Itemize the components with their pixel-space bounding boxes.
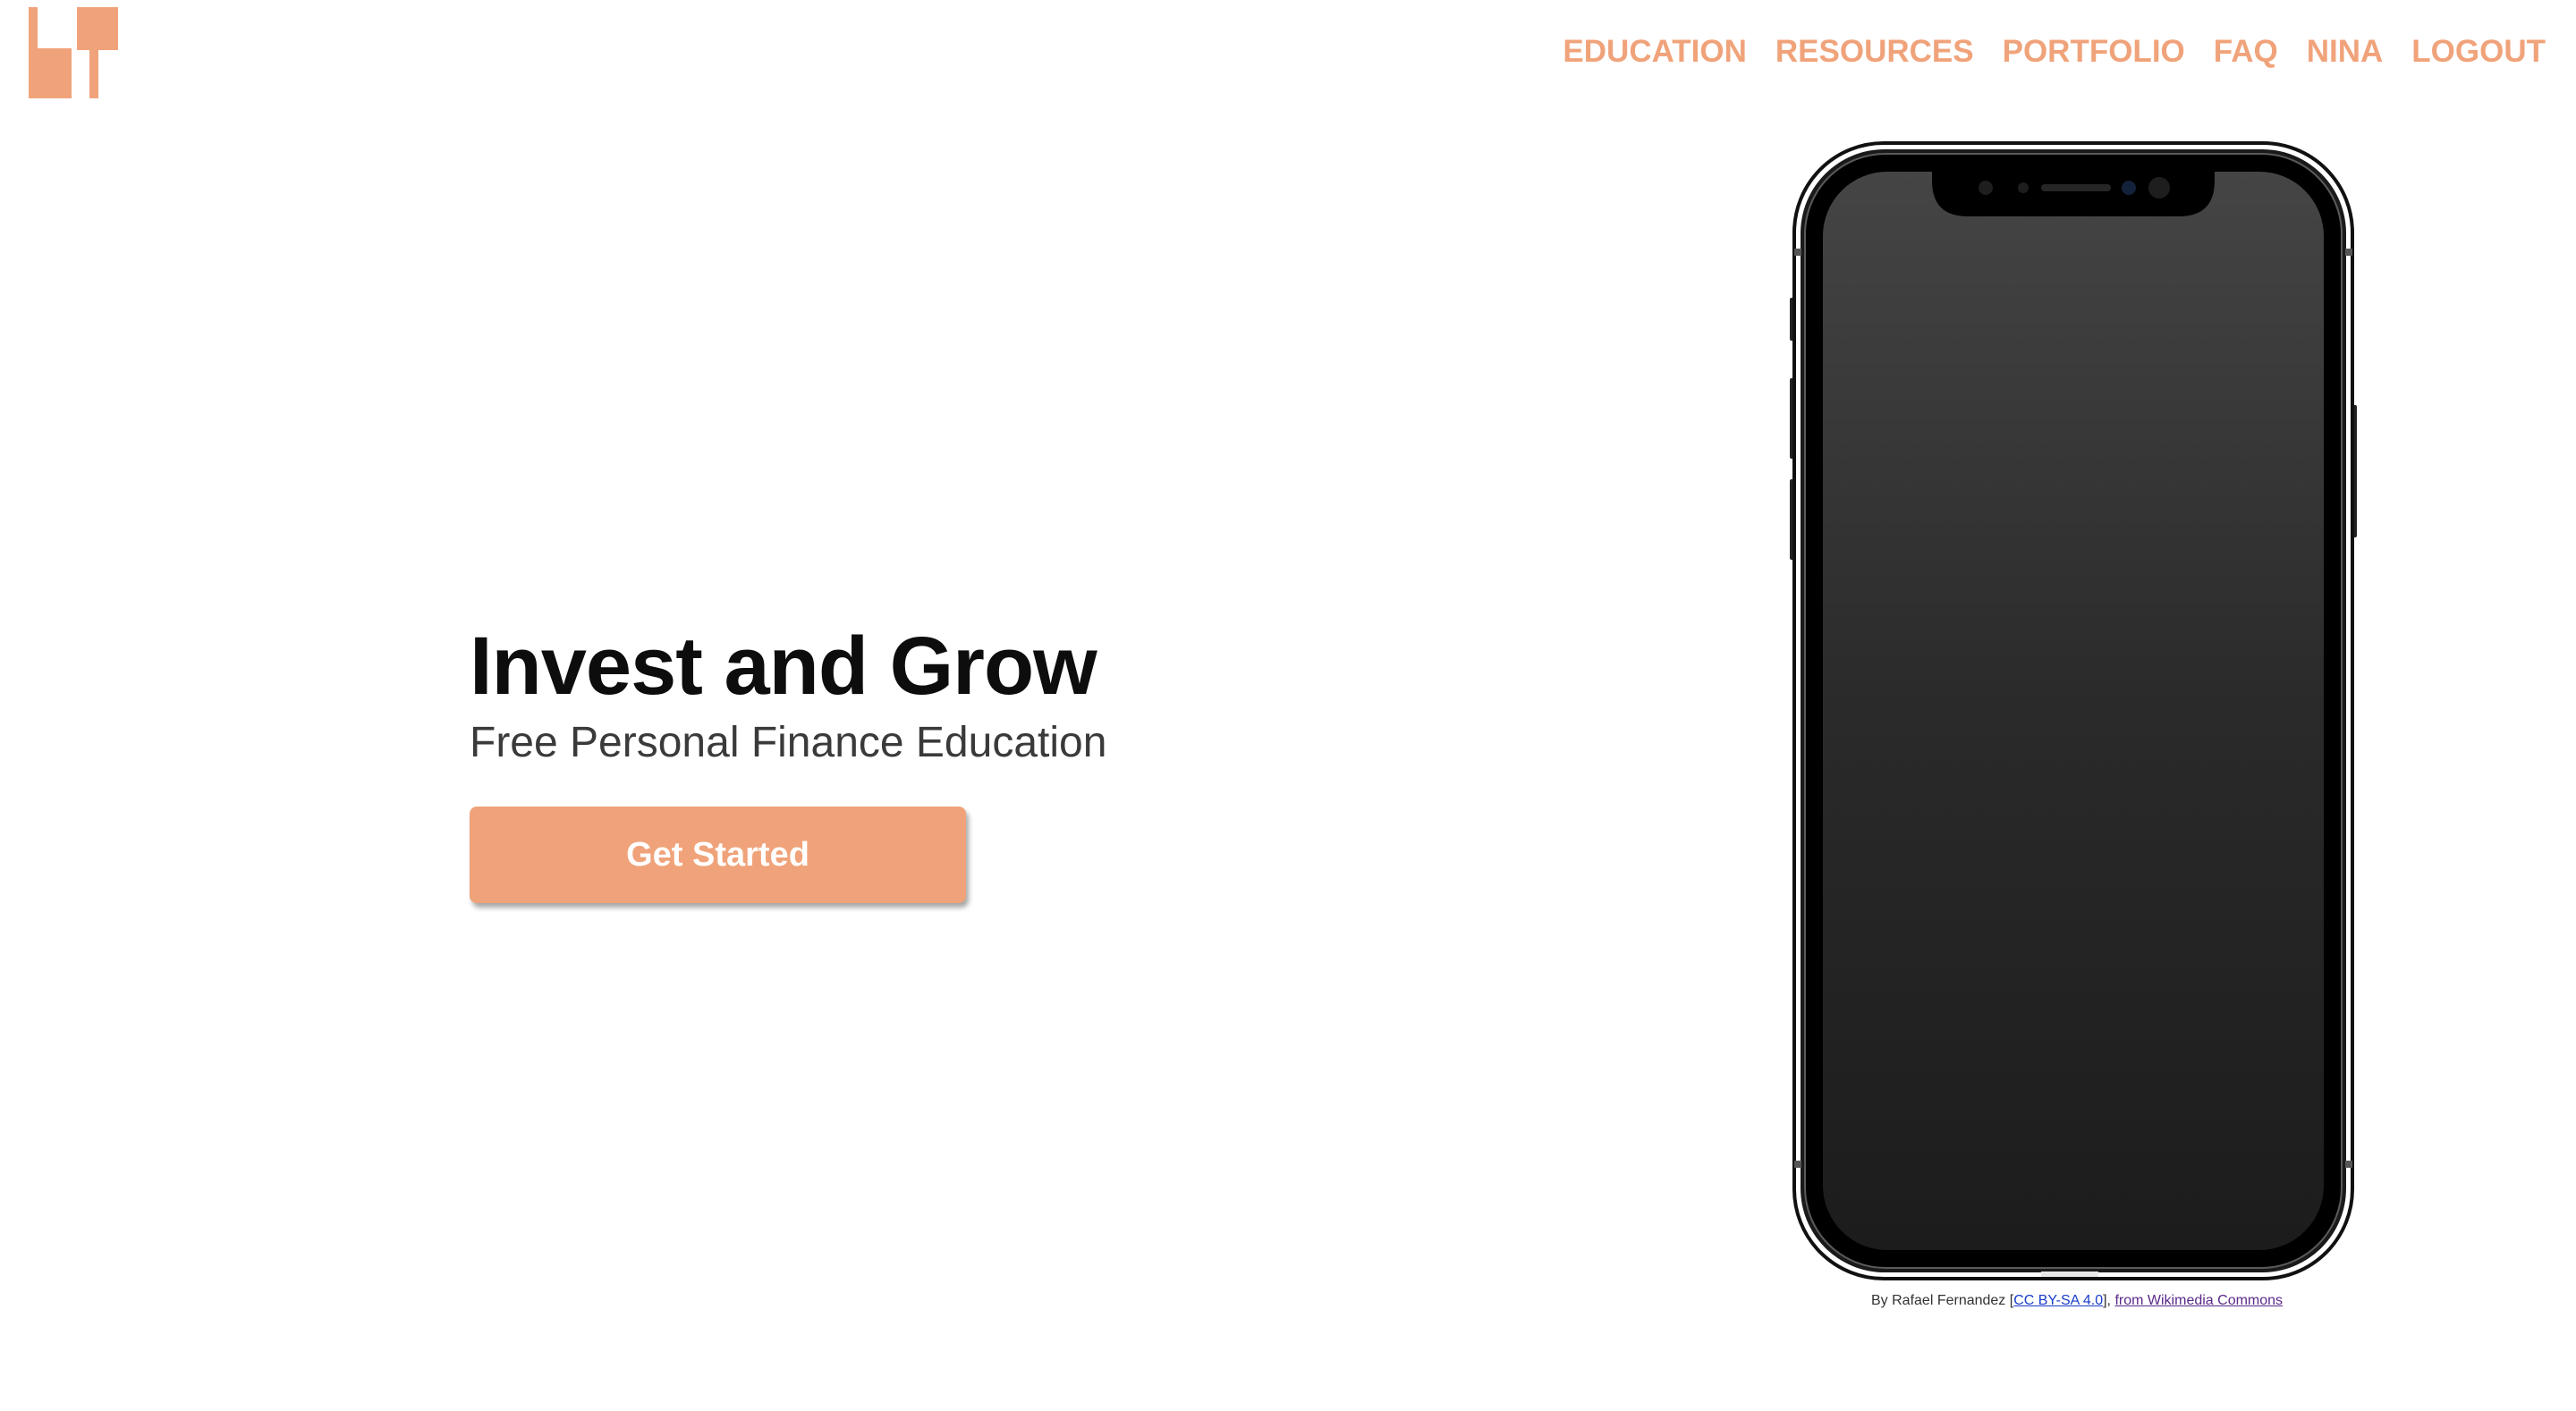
hero-section: Invest and Grow Free Personal Finance Ed…	[470, 617, 1106, 903]
license-link[interactable]: CC BY-SA 4.0	[2013, 1293, 2103, 1308]
image-credit: By Rafael Fernandez [CC BY-SA 4.0], from…	[1871, 1293, 2283, 1309]
credit-prefix: By Rafael Fernandez [	[1871, 1293, 2014, 1308]
smartphone-illustration	[1789, 141, 2358, 1280]
nav-nina[interactable]: NINA	[2307, 32, 2384, 72]
hero-title: Invest and Grow	[470, 621, 1097, 712]
nav-resources[interactable]: RESOURCES	[1775, 32, 1974, 72]
main-nav: EDUCATION RESOURCES PORTFOLIO FAQ NINA L…	[1563, 32, 2546, 72]
nav-portfolio[interactable]: PORTFOLIO	[2003, 32, 2185, 72]
site-logo-icon[interactable]	[27, 7, 121, 98]
nav-faq[interactable]: FAQ	[2214, 32, 2278, 72]
hero-subtitle: Free Personal Finance Education	[470, 719, 1107, 766]
wikimedia-commons-link[interactable]: from Wikimedia Commons	[2114, 1293, 2283, 1308]
nav-logout[interactable]: LOGOUT	[2411, 32, 2546, 72]
credit-separator: ],	[2103, 1293, 2115, 1308]
get-started-button[interactable]: Get Started	[470, 807, 966, 903]
nav-education[interactable]: EDUCATION	[1563, 32, 1746, 72]
landing-page: EDUCATION RESOURCES PORTFOLIO FAQ NINA L…	[0, 0, 2576, 1411]
